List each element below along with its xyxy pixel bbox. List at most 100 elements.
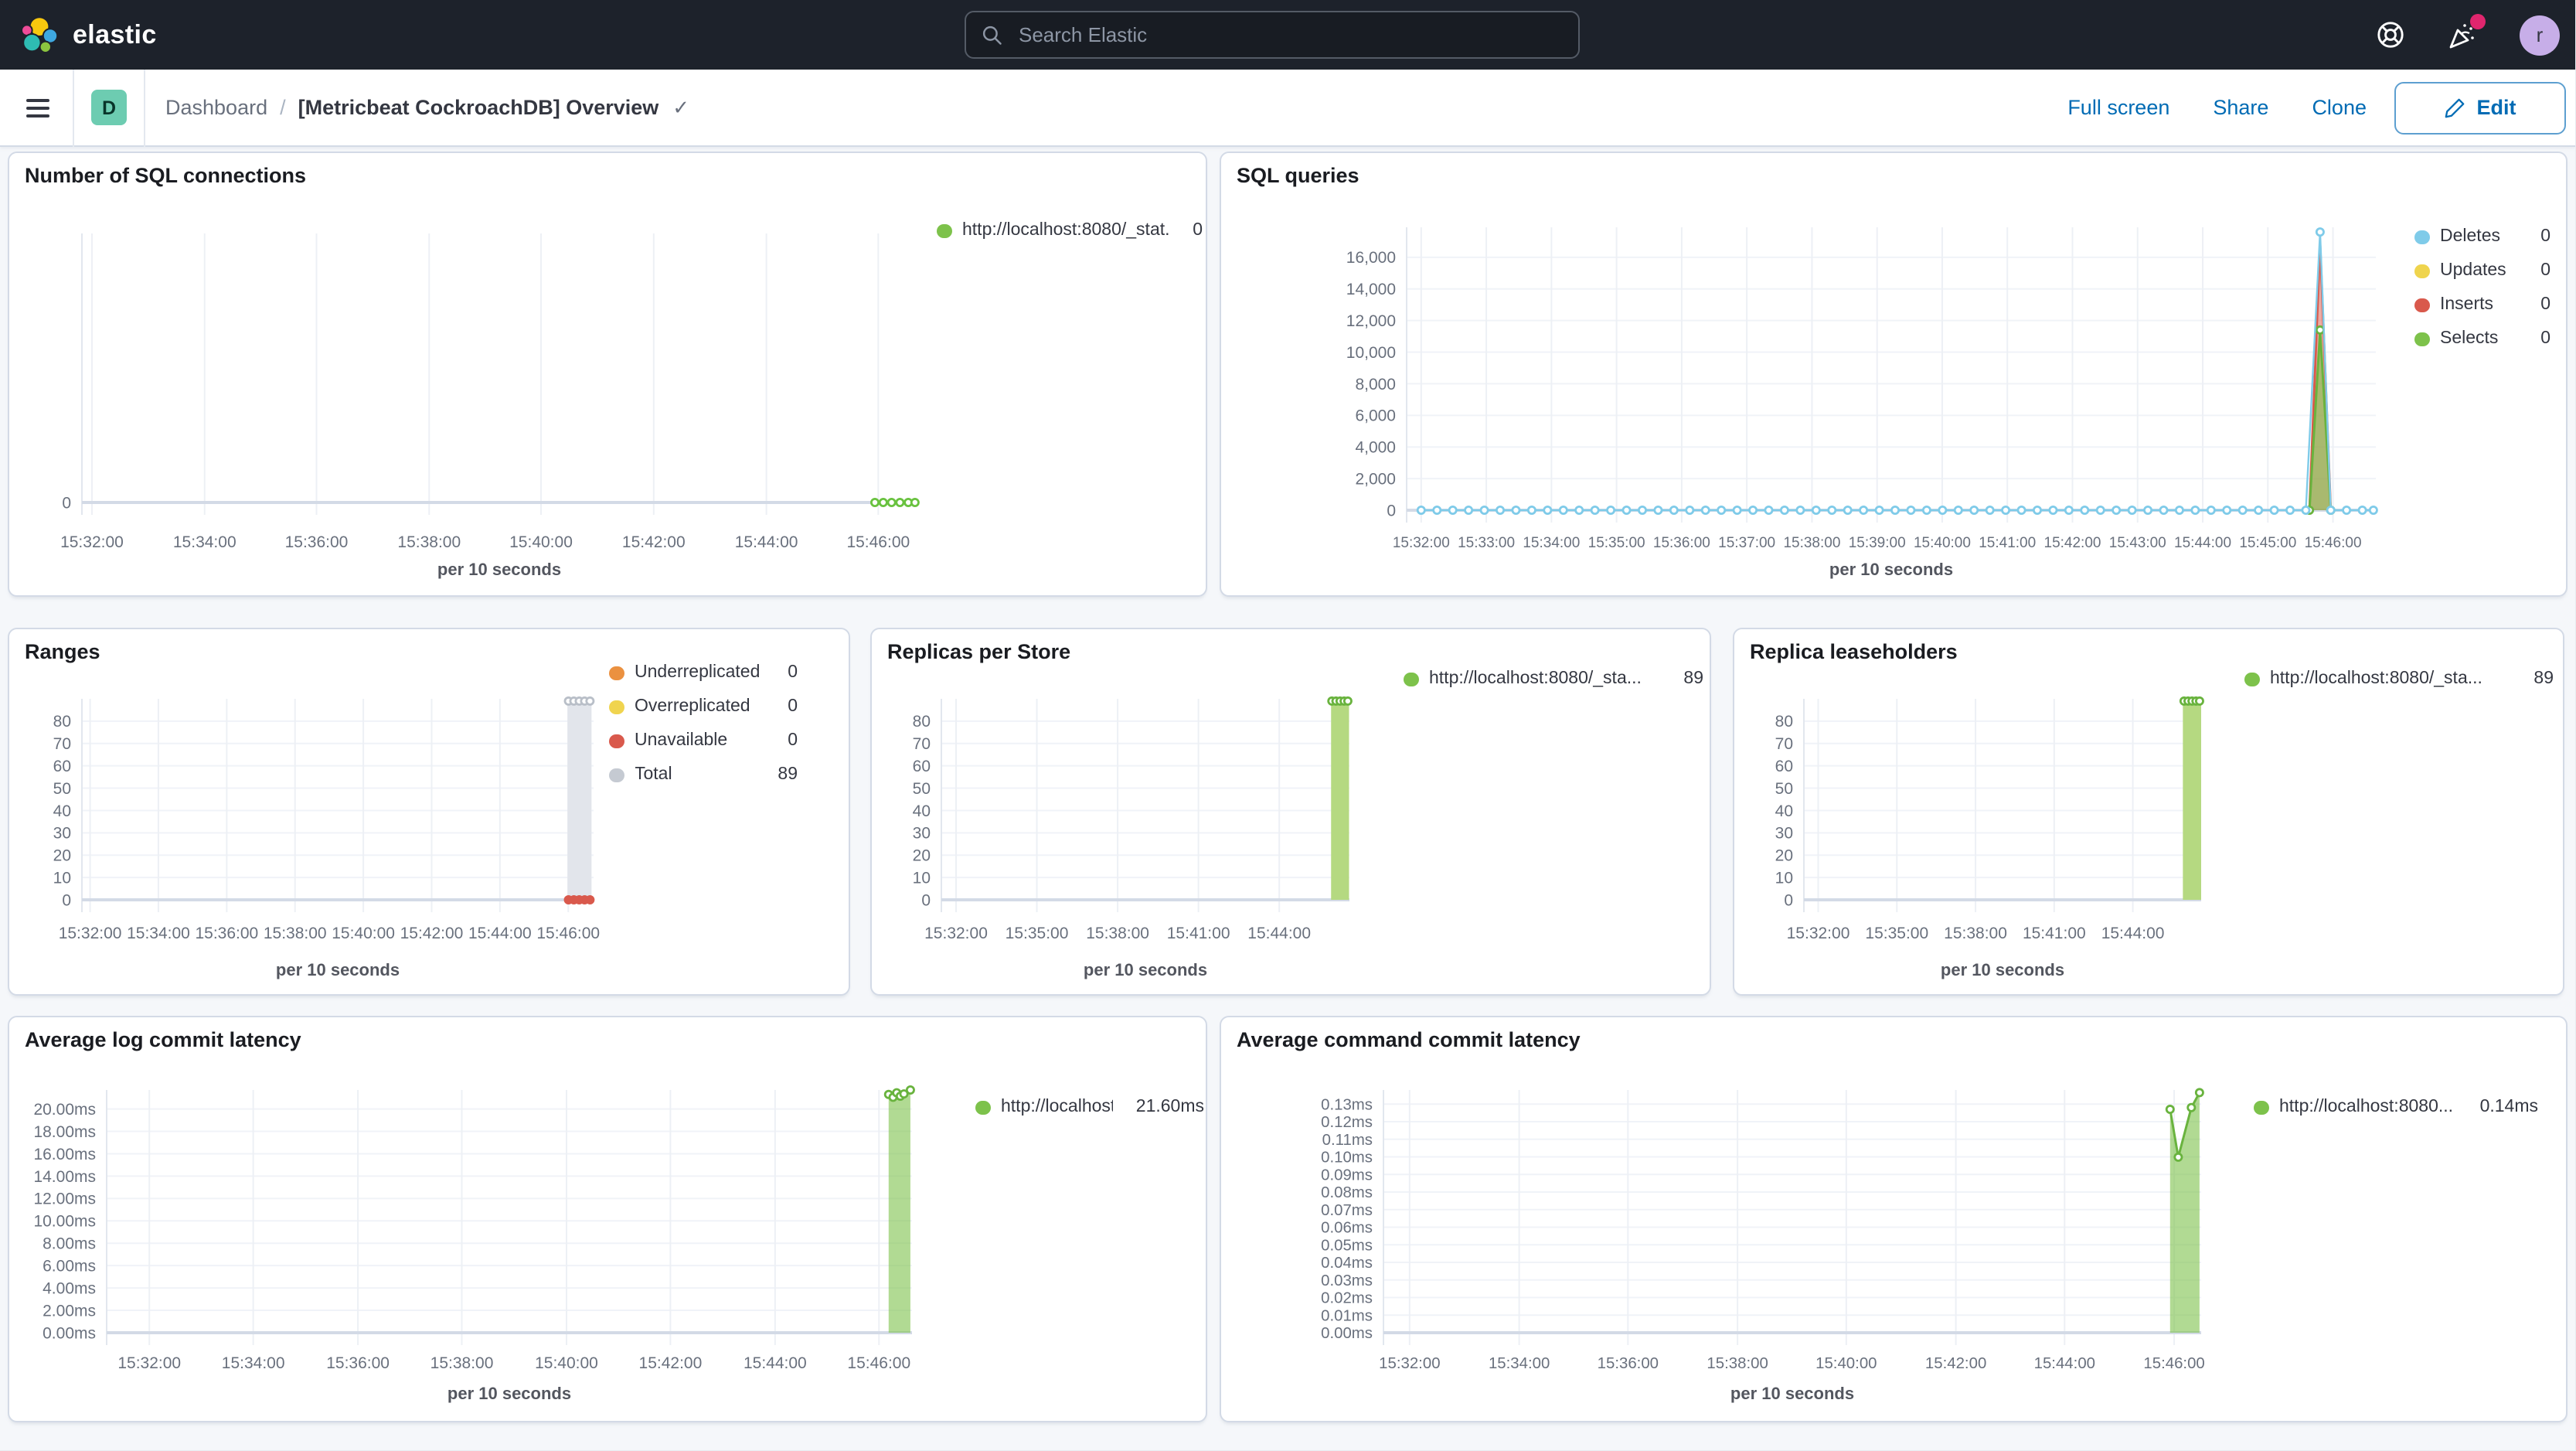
- svg-text:15:46:00: 15:46:00: [536, 925, 600, 942]
- space-switcher-badge[interactable]: D: [91, 90, 127, 125]
- legend-value: 0: [2540, 261, 2550, 280]
- search-input[interactable]: [1016, 22, 1563, 48]
- help-button[interactable]: [2374, 19, 2405, 50]
- toolbar-divider: [73, 69, 74, 146]
- svg-text:15:37:00: 15:37:00: [1718, 535, 1775, 551]
- chart-canvas[interactable]: 0 15:32:00 15:34:00 15:36:00 15:38:00 15:40:0…: [9, 153, 1209, 598]
- legend-item[interactable]: Unavailable 0: [609, 731, 798, 751]
- legend-item[interactable]: http://localhost:8080... 0.14ms: [2254, 1098, 2538, 1118]
- svg-text:0.10ms: 0.10ms: [1321, 1150, 1373, 1167]
- svg-text:6,000: 6,000: [1355, 407, 1396, 425]
- chart-canvas[interactable]: 0 2,000 4,000 6,000 8,000 10,000 12,000 14,000 1…: [1221, 153, 2569, 598]
- panel-replica-leaseholders: Replica leaseholders 0 10 20 30 40 50 60 70 80 15…: [1733, 628, 2564, 996]
- chart-legend: http://localhost:808... 21.60ms: [975, 1098, 1204, 1132]
- svg-text:14.00ms: 14.00ms: [33, 1168, 96, 1186]
- legend-item[interactable]: Underreplicated 0: [609, 663, 798, 683]
- legend-swatch-icon: [1404, 672, 1418, 687]
- svg-text:15:32:00: 15:32:00: [117, 1354, 181, 1372]
- legend-item[interactable]: Total 89: [609, 765, 798, 785]
- svg-text:15:34:00: 15:34:00: [127, 925, 190, 942]
- breadcrumb-dashboard-link[interactable]: Dashboard: [165, 96, 267, 119]
- svg-text:15:41:00: 15:41:00: [1167, 925, 1230, 942]
- legend-value: 0.14ms: [2479, 1098, 2538, 1116]
- legend-value: 21.60ms: [1135, 1098, 1204, 1116]
- legend-item[interactable]: Overreplicated 0: [609, 697, 798, 717]
- title-dropdown-icon[interactable]: ✓: [672, 95, 689, 120]
- svg-text:15:39:00: 15:39:00: [1849, 535, 1906, 551]
- toolbar-divider: [144, 69, 145, 146]
- legend-value: 89: [778, 765, 798, 784]
- svg-text:0.03ms: 0.03ms: [1321, 1272, 1373, 1289]
- svg-text:30: 30: [1775, 825, 1793, 843]
- user-avatar[interactable]: r: [2520, 15, 2560, 55]
- svg-text:50: 50: [1775, 780, 1793, 798]
- toolbar-actions: Full screen Share Clone Edit: [2067, 81, 2575, 134]
- svg-text:15:38:00: 15:38:00: [1783, 535, 1840, 551]
- svg-text:80: 80: [1775, 713, 1793, 731]
- panel-title: Average log commit latency: [25, 1028, 301, 1051]
- breadcrumb: Dashboard / [Metricbeat CockroachDB] Ove…: [165, 95, 689, 120]
- svg-text:per 10 seconds: per 10 seconds: [437, 560, 561, 579]
- kibana-dashboard-screen: elastic Search Elastic r D Dashboard / […: [0, 0, 2575, 1450]
- clone-button[interactable]: Clone: [2312, 96, 2367, 119]
- svg-text:15:41:00: 15:41:00: [1979, 535, 2036, 551]
- svg-text:15:34:00: 15:34:00: [173, 533, 237, 551]
- svg-text:18.00ms: 18.00ms: [33, 1123, 96, 1141]
- pencil-icon: [2445, 97, 2465, 118]
- svg-text:15:42:00: 15:42:00: [400, 925, 464, 942]
- legend-item[interactable]: Inserts 0: [2414, 295, 2550, 315]
- legend-item[interactable]: http://localhost:8080/_sta... 89: [2244, 669, 2554, 690]
- legend-label: Selects: [2440, 329, 2499, 348]
- svg-text:0.06ms: 0.06ms: [1321, 1220, 1373, 1237]
- svg-text:15:32:00: 15:32:00: [1393, 535, 1450, 551]
- legend-item[interactable]: http://localhost:8080/_stat... 0: [937, 221, 1203, 241]
- panel-title: Average command commit latency: [1237, 1028, 1581, 1051]
- legend-label: Updates: [2440, 261, 2506, 280]
- panel-title: Replicas per Store: [887, 640, 1071, 663]
- legend-item[interactable]: http://localhost:8080/_sta... 89: [1404, 669, 1703, 690]
- svg-text:20.00ms: 20.00ms: [33, 1101, 96, 1119]
- chart-canvas[interactable]: 0.00ms 2.00ms 4.00ms 6.00ms 8.00ms 10.00ms 12.…: [9, 1017, 1209, 1424]
- svg-text:10: 10: [1775, 869, 1793, 887]
- full-screen-button[interactable]: Full screen: [2067, 96, 2169, 119]
- svg-text:15:46:00: 15:46:00: [847, 1354, 910, 1372]
- svg-text:per 10 seconds: per 10 seconds: [1941, 960, 2064, 979]
- share-button[interactable]: Share: [2213, 96, 2268, 119]
- edit-button[interactable]: Edit: [2394, 81, 2566, 134]
- svg-text:15:32:00: 15:32:00: [60, 533, 124, 551]
- panel-ranges: Ranges 0 10 20 30 40 50 60 70 80 15:32:00 15:34:00…: [8, 628, 850, 996]
- svg-text:60: 60: [913, 758, 931, 775]
- legend-item[interactable]: Updates 0: [2414, 261, 2550, 281]
- svg-text:60: 60: [1775, 758, 1793, 775]
- elastic-logo-icon: [21, 15, 59, 53]
- svg-text:15:32:00: 15:32:00: [1787, 925, 1850, 942]
- chart-canvas[interactable]: 0.00ms0.01ms0.02ms0.03ms0.04ms0.05ms0.06…: [1221, 1017, 2569, 1424]
- svg-text:0.04ms: 0.04ms: [1321, 1255, 1373, 1272]
- elastic-home-link[interactable]: elastic: [0, 15, 157, 55]
- menu-button[interactable]: [26, 98, 49, 117]
- legend-item[interactable]: Deletes 0: [2414, 227, 2550, 247]
- legend-item[interactable]: http://localhost:808... 21.60ms: [975, 1098, 1204, 1118]
- legend-item[interactable]: Selects 0: [2414, 329, 2550, 349]
- svg-text:16,000: 16,000: [1346, 249, 1396, 267]
- svg-text:15:44:00: 15:44:00: [735, 533, 798, 551]
- whats-new-button[interactable]: [2447, 13, 2486, 50]
- svg-text:15:46:00: 15:46:00: [2305, 535, 2362, 551]
- svg-text:10: 10: [913, 869, 931, 887]
- svg-text:15:43:00: 15:43:00: [2109, 535, 2166, 551]
- elastic-wordmark: elastic: [73, 19, 157, 49]
- dashboard-toolbar: D Dashboard / [Metricbeat CockroachDB] O…: [0, 69, 2575, 147]
- legend-swatch-icon: [609, 734, 624, 749]
- legend-swatch-icon: [609, 666, 624, 681]
- header-actions: r: [2374, 0, 2575, 70]
- svg-text:50: 50: [53, 780, 71, 798]
- panel-title: Number of SQL connections: [25, 164, 307, 187]
- legend-swatch-icon: [937, 223, 951, 239]
- panel-title: Ranges: [25, 640, 100, 663]
- edit-button-label: Edit: [2476, 96, 2516, 119]
- svg-text:15:36:00: 15:36:00: [326, 1354, 390, 1372]
- global-search[interactable]: [965, 11, 1580, 59]
- svg-text:15:44:00: 15:44:00: [2174, 535, 2231, 551]
- panel-number-of-sql-connections: Number of SQL connections 0 15:32:00 15:34…: [8, 152, 1207, 597]
- svg-text:10,000: 10,000: [1346, 344, 1396, 362]
